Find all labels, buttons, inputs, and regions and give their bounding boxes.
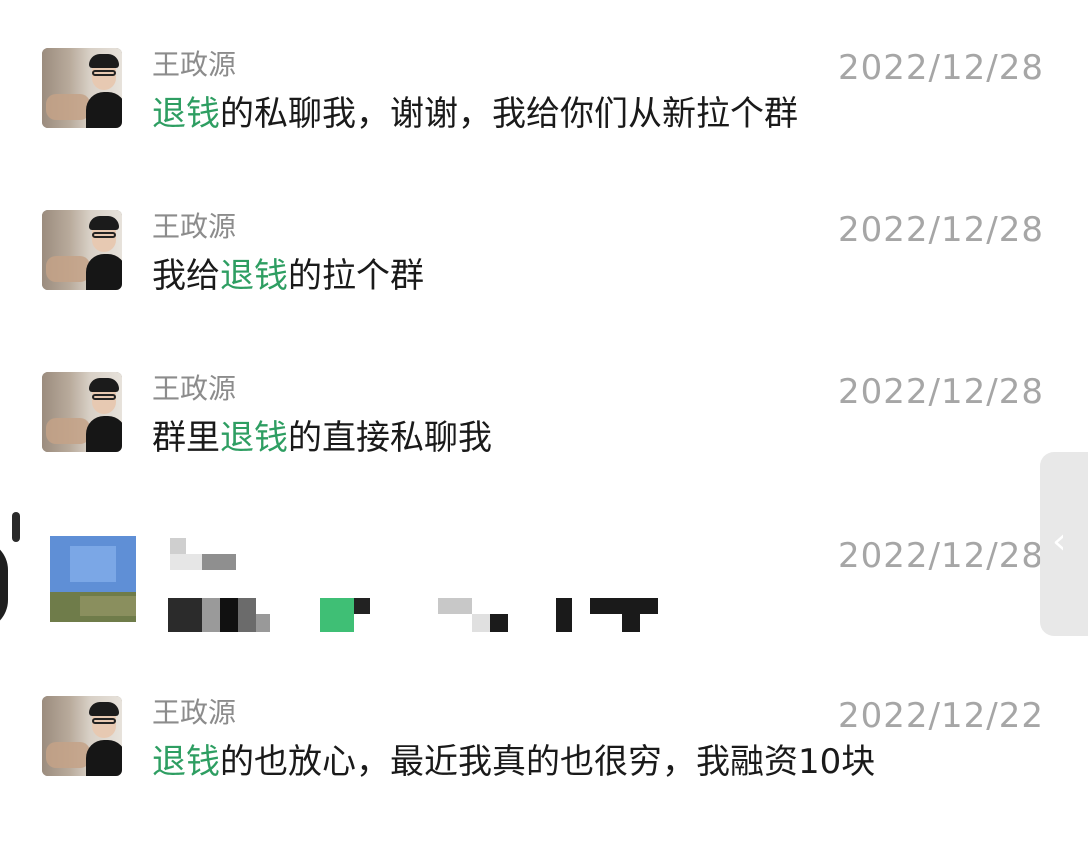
chat-message[interactable]: 王政源 2022/12/28 群里退钱的直接私聊我: [0, 372, 1088, 522]
sender-name: 王政源: [152, 48, 237, 81]
message-text-rest: 的私聊我，谢谢，我给你们从新拉个群: [220, 94, 798, 134]
message-text: 退钱的也放心，最近我真的也很穷，我融资10块: [152, 740, 875, 784]
message-text-rest: 的拉个群: [288, 256, 424, 296]
highlight-keyword[interactable]: 退钱: [152, 94, 220, 134]
sender-name: 王政源: [152, 696, 237, 729]
chat-message-censored[interactable]: 2022/12/28: [0, 536, 1088, 686]
side-drawer-handle[interactable]: ‹: [1040, 452, 1088, 636]
highlight-keyword[interactable]: 退钱: [220, 418, 288, 458]
sender-name-pixelated: [152, 536, 236, 572]
highlight-keyword[interactable]: 退钱: [152, 742, 220, 782]
sender-name: 王政源: [152, 372, 237, 405]
avatar[interactable]: [42, 210, 122, 290]
message-text: 我给退钱的拉个群: [152, 254, 424, 298]
avatar-pixelated[interactable]: [50, 536, 136, 622]
message-date: 2022/12/22: [838, 696, 1044, 736]
message-date: 2022/12/28: [838, 536, 1044, 576]
message-text-prefix: 我给: [152, 256, 220, 296]
avatar[interactable]: [42, 48, 122, 128]
message-text-rest: 的也放心，最近我真的也很穷，我融资10块: [220, 742, 876, 782]
message-text-rest: 的直接私聊我: [288, 418, 492, 458]
sender-name: 王政源: [152, 210, 237, 243]
chat-message[interactable]: 王政源 2022/12/28 退钱的私聊我，谢谢，我给你们从新拉个群: [0, 48, 1088, 198]
message-text-pixelated: [152, 580, 672, 632]
avatar[interactable]: [42, 696, 122, 776]
message-text: 退钱的私聊我，谢谢，我给你们从新拉个群: [152, 92, 798, 136]
chat-message[interactable]: 王政源 2022/12/22 退钱的也放心，最近我真的也很穷，我融资10块: [0, 696, 1088, 846]
message-date: 2022/12/28: [838, 210, 1044, 250]
avatar[interactable]: [42, 372, 122, 452]
chat-message[interactable]: 王政源 2022/12/28 我给退钱的拉个群: [0, 210, 1088, 360]
message-date: 2022/12/28: [838, 372, 1044, 412]
chevron-left-icon: ‹: [1052, 521, 1067, 562]
edge-artifact: [12, 512, 20, 542]
message-date: 2022/12/28: [838, 48, 1044, 88]
message-text: 群里退钱的直接私聊我: [152, 416, 492, 460]
message-text-prefix: 群里: [152, 418, 220, 458]
highlight-keyword[interactable]: 退钱: [220, 256, 288, 296]
